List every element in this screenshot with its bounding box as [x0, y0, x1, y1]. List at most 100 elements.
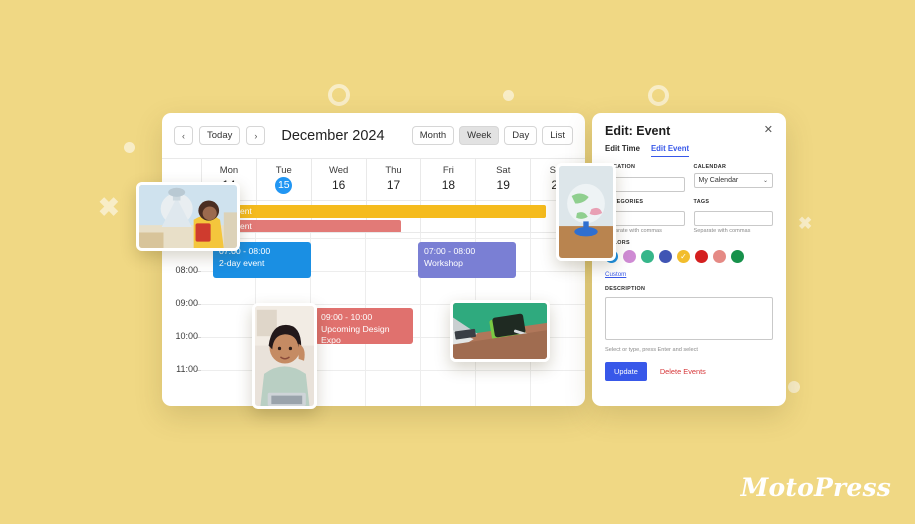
- field-label-colors: COLORS: [605, 240, 630, 246]
- decor-ring-1: [328, 84, 350, 106]
- row-location-calendar: LOCATION CALENDAR My Calendar ⌄: [605, 164, 773, 192]
- day-header-tue[interactable]: Tue 15: [255, 159, 311, 200]
- day-name: Thu: [385, 165, 402, 176]
- decor-ring-2: [648, 85, 669, 106]
- next-period-button[interactable]: ›: [246, 126, 266, 145]
- view-button-week[interactable]: Week: [459, 126, 500, 145]
- photo-image: [559, 166, 613, 258]
- close-icon[interactable]: ✕: [764, 124, 773, 136]
- photo-notebook-and-pen-on-desk: [450, 300, 550, 362]
- day-name: Tue: [275, 165, 292, 176]
- field-colors: COLORS ✓ Custom: [605, 240, 773, 281]
- day-header-fri[interactable]: Fri 18: [420, 159, 475, 200]
- day-name: Sat: [496, 165, 511, 176]
- decor-dot-1: [503, 90, 514, 101]
- hour-label-1100: 11:00: [176, 364, 198, 374]
- custom-color-link[interactable]: Custom: [605, 271, 626, 278]
- color-swatch-lilac[interactable]: [623, 250, 636, 263]
- delete-events-button[interactable]: Delete Events: [660, 367, 706, 376]
- day-number: 17: [386, 178, 401, 192]
- decor-dot-3: [788, 381, 800, 393]
- description-hint: Select or type, press Enter and select: [605, 346, 698, 353]
- calendar-window: ‹ Today › December 2024 Month Week Day L…: [162, 113, 585, 406]
- event-title: Workshop: [424, 257, 463, 268]
- event-title: 2-day event: [219, 257, 265, 268]
- day-number: 18: [441, 178, 456, 192]
- tags-hint: Separate with commas: [693, 228, 751, 234]
- photo-image: [453, 303, 547, 359]
- update-button[interactable]: Update: [605, 361, 647, 381]
- day-name: Mon: [219, 165, 239, 176]
- hour-line: [201, 238, 585, 239]
- color-swatch-red[interactable]: [695, 250, 708, 263]
- day-header-thu[interactable]: Thu 17: [365, 159, 421, 200]
- hour-label-0900: 09:00: [175, 298, 198, 308]
- day-number-today: 15: [275, 177, 293, 194]
- prev-period-button[interactable]: ‹: [174, 126, 193, 145]
- tab-edit-time[interactable]: Edit Time: [605, 144, 640, 157]
- color-swatch-teal[interactable]: [641, 250, 654, 263]
- color-swatch-yellow-selected[interactable]: ✓: [677, 250, 690, 263]
- categories-hint: Separate with commas: [605, 228, 662, 234]
- view-button-day[interactable]: Day: [504, 126, 538, 145]
- event-workshop[interactable]: 07:00 - 08:00 Workshop: [418, 242, 516, 278]
- photo-woman-on-laptop-call: [252, 303, 317, 409]
- all-day-event-month[interactable]: Month event: [201, 205, 546, 218]
- day-number: 19: [496, 178, 510, 192]
- row-categories-tags: CATEGORIES Separate with commas TAGS Sep…: [605, 198, 773, 234]
- photo-image: [255, 306, 314, 406]
- view-button-list[interactable]: List: [542, 126, 573, 145]
- view-switcher: Month Week Day List: [411, 126, 573, 145]
- decor-cross-2: ✖: [798, 214, 813, 233]
- calendar-period-title: December 2024: [281, 127, 385, 144]
- photo-globe-on-desk: [556, 163, 616, 261]
- tags-input[interactable]: [693, 211, 773, 226]
- decor-dot-2: [124, 142, 135, 153]
- color-swatch-salmon[interactable]: [713, 250, 726, 263]
- calendar-toolbar: ‹ Today › December 2024 Month Week Day L…: [162, 113, 585, 158]
- field-label-categories: CATEGORIES: [605, 198, 644, 205]
- description-textarea[interactable]: [605, 296, 773, 340]
- today-button[interactable]: Today: [199, 126, 241, 145]
- motopress-logo: MotoPress: [740, 473, 891, 502]
- page-root: ✖ ✖ ‹ Today › December 2024 Month Week D…: [0, 0, 915, 524]
- location-input[interactable]: [605, 176, 685, 192]
- day-header-wed[interactable]: Wed 16: [310, 159, 366, 200]
- view-button-month[interactable]: Month: [411, 126, 455, 145]
- event-time: 09:00 - 10:00: [321, 312, 373, 322]
- photo-woman-with-notebook-outdoors: [136, 182, 240, 251]
- field-label-location: LOCATION: [605, 164, 636, 170]
- day-name: Fri: [442, 165, 454, 176]
- event-upcoming-design-expo[interactable]: 09:00 - 10:00 Upcoming Design Expo: [315, 308, 413, 344]
- panel-header: Edit: Event ✕: [605, 124, 773, 138]
- hour-label-0800: 08:00: [175, 265, 198, 275]
- event-title: Upcoming Design Expo: [321, 323, 390, 345]
- panel-actions: Update Delete Events: [605, 361, 773, 381]
- day-header-sat[interactable]: Sat 19: [475, 159, 530, 200]
- field-tags: TAGS Separate with commas: [693, 198, 773, 234]
- day-name: Wed: [328, 165, 349, 176]
- calendar-select-value: My Calendar: [698, 176, 739, 184]
- panel-title: Edit: Event: [605, 124, 671, 138]
- field-categories: CATEGORIES Separate with commas: [605, 198, 685, 234]
- field-label-calendar: CALENDAR: [693, 164, 727, 170]
- edit-event-panel: Edit: Event ✕ Edit Time Edit Event LOCAT…: [592, 113, 786, 406]
- field-label-tags: TAGS: [693, 198, 710, 205]
- field-description: DESCRIPTION Select or type, press Enter …: [605, 286, 773, 353]
- day-number: 16: [331, 178, 346, 192]
- field-calendar: CALENDAR My Calendar ⌄: [693, 164, 773, 192]
- decor-cross-1: ✖: [98, 192, 120, 222]
- field-label-description: DESCRIPTION: [605, 286, 646, 292]
- color-swatch-indigo[interactable]: [659, 250, 672, 263]
- categories-input[interactable]: [605, 211, 685, 226]
- hour-label-1000: 10:00: [175, 331, 198, 341]
- panel-tabs: Edit Time Edit Event: [605, 144, 773, 157]
- photo-image: [139, 185, 237, 248]
- event-time: 07:00 - 08:00: [424, 246, 476, 256]
- tab-edit-event[interactable]: Edit Event: [650, 144, 690, 157]
- chevron-down-icon: ⌄: [762, 177, 768, 184]
- calendar-select[interactable]: My Calendar ⌄: [693, 172, 773, 188]
- field-location: LOCATION: [605, 164, 685, 192]
- check-icon: ✓: [680, 252, 687, 261]
- color-swatch-green[interactable]: [731, 250, 744, 263]
